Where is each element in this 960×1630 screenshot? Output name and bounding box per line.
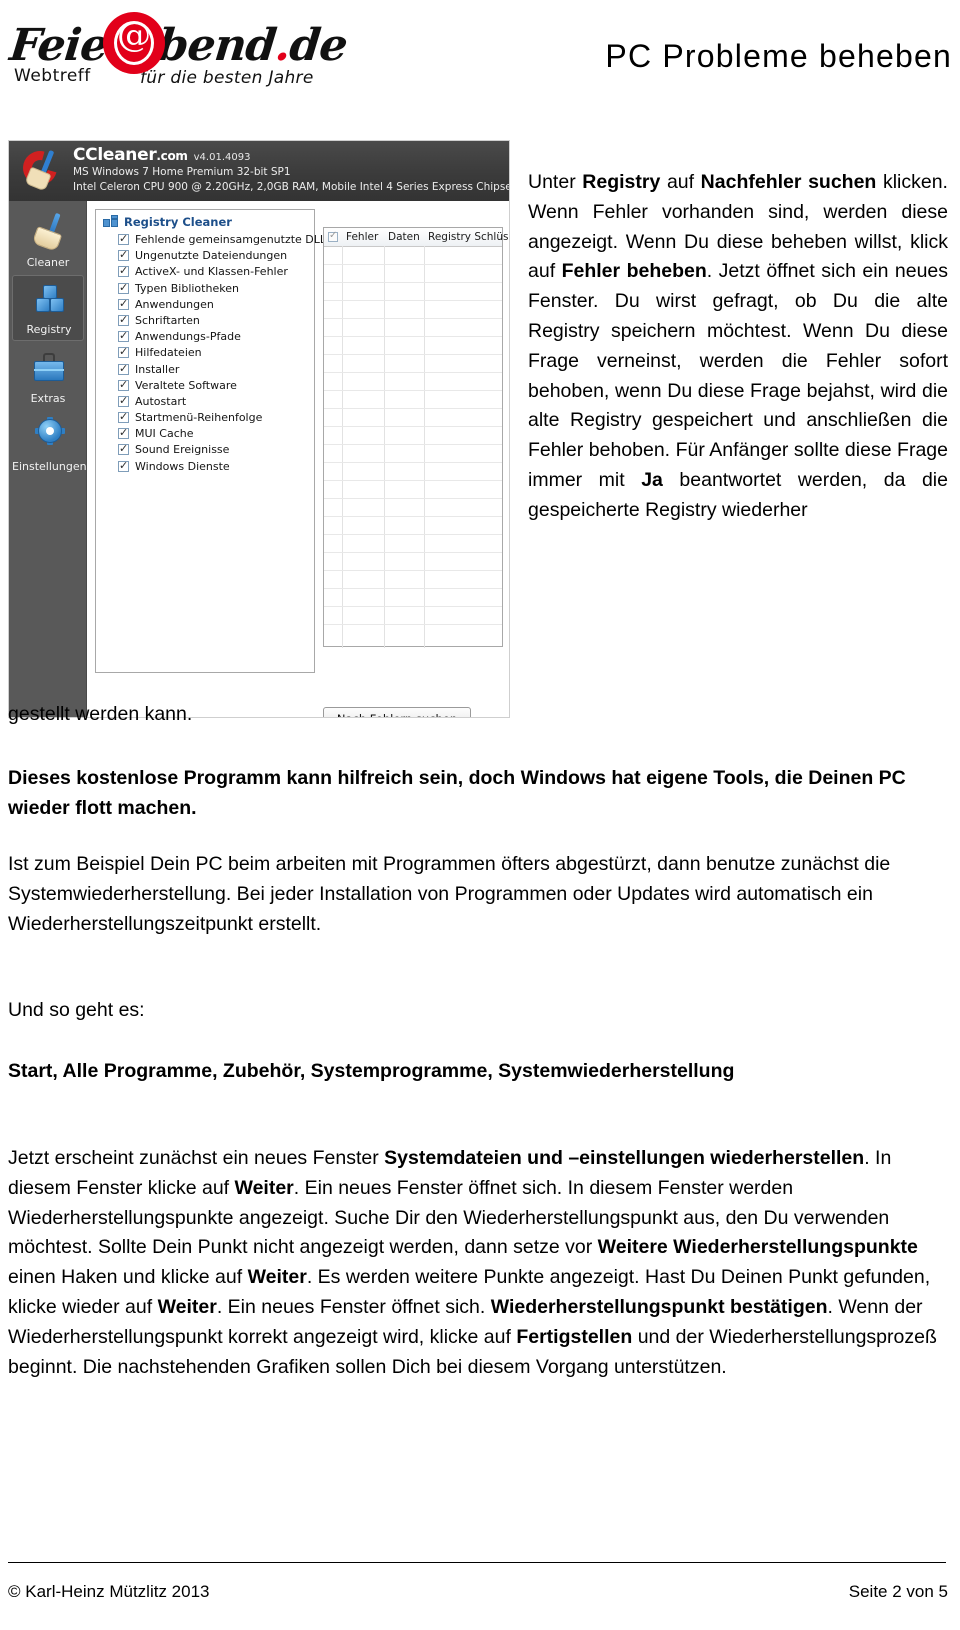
list-item-label: Anwendungen	[135, 297, 214, 311]
ccleaner-brand-name: CCleaner	[73, 145, 157, 165]
intro-paragraph-column: Unter Registry auf Nachfehler suchen kli…	[528, 171, 949, 521]
list-item[interactable]: Fehlende gemeinsamgenutzte DLLs	[118, 232, 332, 248]
list-item[interactable]: Installer	[118, 362, 314, 378]
paragraph-und-so-geht-es: Und so geht es:	[8, 999, 145, 1021]
sidebar-item-registry-label: Registry	[26, 323, 72, 336]
list-item-label: ActiveX- und Klassen-Fehler	[135, 265, 288, 279]
sidebar-item-cleaner-label: Cleaner	[26, 256, 70, 269]
sidebar-item-registry[interactable]: Registry	[12, 275, 84, 341]
logo-word-bend: bend.de	[155, 20, 349, 71]
paragraph-free-program: Dieses kostenlose Programm kann hilfreic…	[8, 767, 906, 819]
ccleaner-titlebar: CCleaner.com v4.01.4093 MS Windows 7 Home…	[9, 141, 510, 201]
broom-icon	[31, 212, 66, 252]
ccleaner-body: Cleaner Registry Extras Einstellungen Re…	[9, 201, 509, 717]
paragraph-menu-path: Start, Alle Programme, Zubehör, Systempr…	[8, 1060, 735, 1082]
footer-copyright: © Karl-Heinz Mützlitz 2013	[8, 1582, 210, 1601]
list-item-label: Fehlende gemeinsamgenutzte DLLs	[135, 233, 332, 246]
registry-cleaner-panel: Registry Cleaner Fehlende gemeinsamgenut…	[95, 209, 332, 673]
ccleaner-os-info: MS Windows 7 Home Premium 32-bit SP1	[73, 166, 291, 178]
list-item-label: Schriftarten	[135, 313, 200, 327]
scan-results-table: Fehler Daten Registry Schlüssel	[323, 227, 509, 648]
footer-divider	[8, 1562, 946, 1563]
list-item-label: Hilfedateien	[135, 346, 202, 360]
list-item[interactable]: Anwendungs-Pfade	[118, 329, 314, 345]
registry-panel-icon	[103, 215, 119, 229]
at-symbol-icon: @	[103, 12, 165, 74]
checkbox-icon[interactable]	[118, 394, 129, 407]
footer-page-number: Seite 2 von 5	[848, 1582, 948, 1601]
checkbox-icon[interactable]	[118, 345, 129, 359]
checkbox-icon[interactable]	[118, 232, 129, 245]
checkbox-icon[interactable]	[118, 410, 129, 424]
ccleaner-cpu-info: Intel Celeron CPU 900 @ 2.20GHz, 2,0GB R…	[73, 181, 510, 193]
sidebar-item-cleaner[interactable]: Cleaner	[12, 207, 84, 273]
intro-paragraph-tail: gestellt werden kann.	[8, 703, 193, 725]
list-item[interactable]: Windows Dienste	[118, 459, 314, 475]
ccleaner-version: v4.01.4093	[193, 152, 251, 163]
checkbox-icon[interactable]	[118, 297, 129, 310]
column-header-daten[interactable]: Daten	[388, 231, 420, 243]
checkbox-icon[interactable]	[118, 329, 129, 343]
list-item[interactable]: Schriftarten	[118, 313, 314, 329]
page-title: PC Probleme beheben	[605, 38, 952, 74]
list-item-label: Startmenü-Reihenfolge	[135, 411, 263, 425]
logo-wordmark: Feier @ bend.de	[7, 12, 349, 74]
ccleaner-logo-icon	[16, 144, 65, 194]
list-item-label: Sound Ereignisse	[135, 443, 230, 457]
list-item-label: MUI Cache	[135, 427, 194, 441]
list-item[interactable]: Ungenutzte Dateiendungen	[118, 248, 314, 264]
sidebar-item-einstellungen[interactable]: Einstellungen	[12, 411, 87, 477]
ccleaner-screenshot: CCleaner.com v4.01.4093 MS Windows 7 Home…	[8, 140, 510, 718]
checkbox-icon[interactable]	[118, 248, 129, 262]
list-item-label: Ungenutzte Dateiendungen	[135, 249, 288, 263]
registry-blocks-icon	[33, 282, 67, 318]
sidebar-item-extras-label: Extras	[30, 392, 66, 405]
list-item[interactable]: ActiveX- und Klassen-Fehler	[118, 264, 314, 280]
list-item[interactable]: MUI Cache	[118, 426, 314, 442]
checkbox-icon[interactable]	[118, 459, 129, 472]
list-item-label: Installer	[135, 362, 180, 376]
registry-panel-title: Registry Cleaner	[124, 215, 232, 229]
list-item[interactable]: Anwendungen	[118, 297, 314, 313]
logo-bend-text: bend	[155, 20, 279, 71]
paragraph-restore-steps: Jetzt erscheint zunächst ein neues Fenst…	[8, 1147, 937, 1378]
list-item[interactable]: Veraltete Software	[118, 378, 314, 394]
at-glyph: @	[117, 15, 151, 55]
registry-checklist: Fehlende gemeinsamgenutzte DLLs Ungenutz…	[118, 232, 332, 475]
checkbox-icon[interactable]	[118, 313, 129, 326]
sidebar-item-extras[interactable]: Extras	[12, 343, 84, 409]
logo-subtitle-right: für die besten Jahre	[140, 68, 314, 88]
checkbox-icon[interactable]	[118, 264, 129, 278]
checkbox-icon[interactable]	[118, 281, 129, 294]
paragraph-system-restore-intro: Ist zum Beispiel Dein PC beim arbeiten m…	[8, 853, 891, 935]
page-header: Feier @ bend.de Webtreff für die besten …	[0, 0, 960, 125]
column-header-registry-schluessel[interactable]: Registry Schlüssel	[428, 231, 509, 243]
toolbox-icon	[32, 349, 66, 385]
checkbox-icon[interactable]	[118, 378, 129, 391]
checkbox-icon[interactable]	[118, 442, 129, 456]
ccleaner-sidebar: Cleaner Registry Extras Einstellungen	[9, 201, 87, 717]
list-item[interactable]: Autostart	[118, 394, 314, 410]
checkbox-icon[interactable]	[118, 426, 129, 440]
list-item[interactable]: Startmenü-Reihenfolge	[118, 410, 314, 426]
column-header-fehler[interactable]: Fehler	[346, 231, 378, 243]
logo-tld: de	[287, 20, 350, 71]
checkbox-icon[interactable]	[118, 362, 129, 375]
list-item[interactable]: Sound Ereignisse	[118, 442, 314, 458]
table-header-row: Fehler Daten Registry Schlüssel	[324, 228, 509, 247]
list-item-label: Typen Bibliotheken	[135, 281, 239, 295]
list-item-label: Windows Dienste	[135, 459, 230, 473]
ccleaner-brand: CCleaner.com v4.01.4093	[73, 145, 250, 165]
list-item-label: Veraltete Software	[135, 378, 237, 392]
list-item[interactable]: Hilfedateien	[118, 345, 314, 361]
sidebar-item-einstellungen-label: Einstellungen	[12, 460, 87, 473]
site-logo: Feier @ bend.de Webtreff für die besten …	[7, 8, 349, 104]
gear-icon	[32, 417, 66, 453]
list-item[interactable]: Typen Bibliotheken	[118, 281, 314, 297]
ccleaner-brand-suffix: .com	[156, 149, 188, 163]
select-all-checkbox-icon[interactable]	[328, 229, 338, 242]
list-item-label: Autostart	[135, 394, 187, 408]
logo-subtitle-left: Webtreff	[14, 66, 91, 86]
list-item-label: Anwendungs-Pfade	[135, 330, 241, 344]
